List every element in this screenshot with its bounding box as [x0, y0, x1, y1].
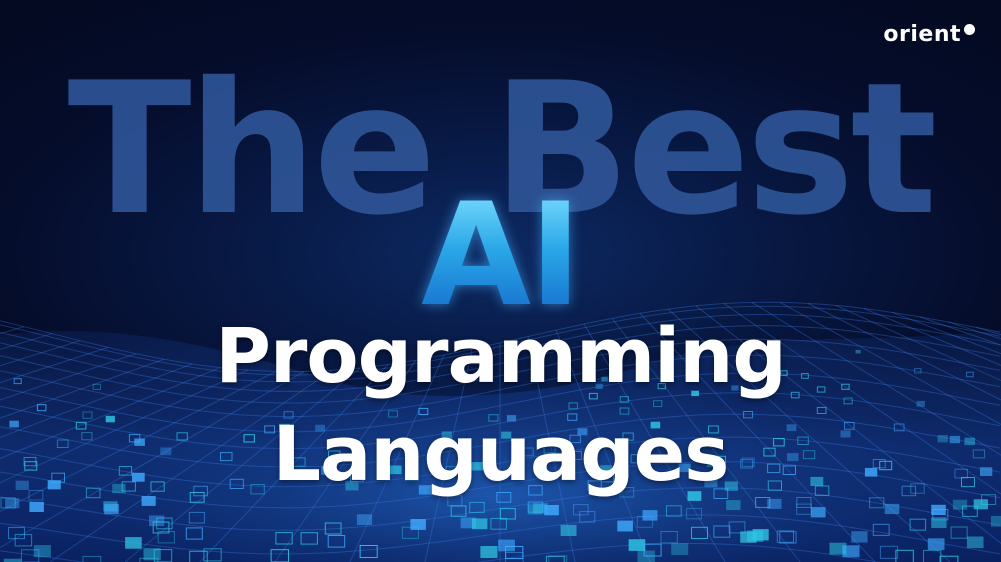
- data-square: [410, 519, 426, 530]
- data-square: [125, 537, 142, 549]
- data-square: [149, 515, 165, 527]
- logo-dot-icon: [964, 24, 975, 35]
- data-square: [829, 542, 847, 555]
- banner: orient The Best AI Programming Languages: [0, 0, 1001, 562]
- data-square: [931, 517, 947, 529]
- data-square: [471, 518, 488, 530]
- data-square: [810, 507, 826, 518]
- data-square: [498, 539, 515, 552]
- data-square: [141, 496, 156, 506]
- data-square: [767, 498, 782, 509]
- data-square: [104, 504, 119, 515]
- data-square: [952, 499, 968, 510]
- data-square: [916, 400, 925, 407]
- data-square: [628, 539, 646, 551]
- headline-programming: Programming: [215, 311, 787, 400]
- data-square: [33, 545, 51, 558]
- data-square: [747, 530, 764, 542]
- data-square: [966, 536, 984, 549]
- headline-ai: AI: [0, 185, 1001, 327]
- data-square: [29, 501, 44, 512]
- data-square: [356, 514, 373, 525]
- data-square: [990, 515, 1001, 527]
- data-square: [927, 538, 945, 550]
- data-square: [544, 505, 559, 516]
- data-square: [884, 503, 900, 515]
- data-square: [560, 524, 577, 536]
- headline-languages: Languages: [272, 409, 730, 498]
- data-square: [480, 546, 498, 558]
- data-square: [617, 520, 633, 532]
- data-square: [642, 510, 658, 521]
- data-square: [5, 498, 20, 509]
- data-square: [671, 543, 689, 556]
- data-square: [851, 531, 868, 543]
- data-square: [726, 500, 741, 511]
